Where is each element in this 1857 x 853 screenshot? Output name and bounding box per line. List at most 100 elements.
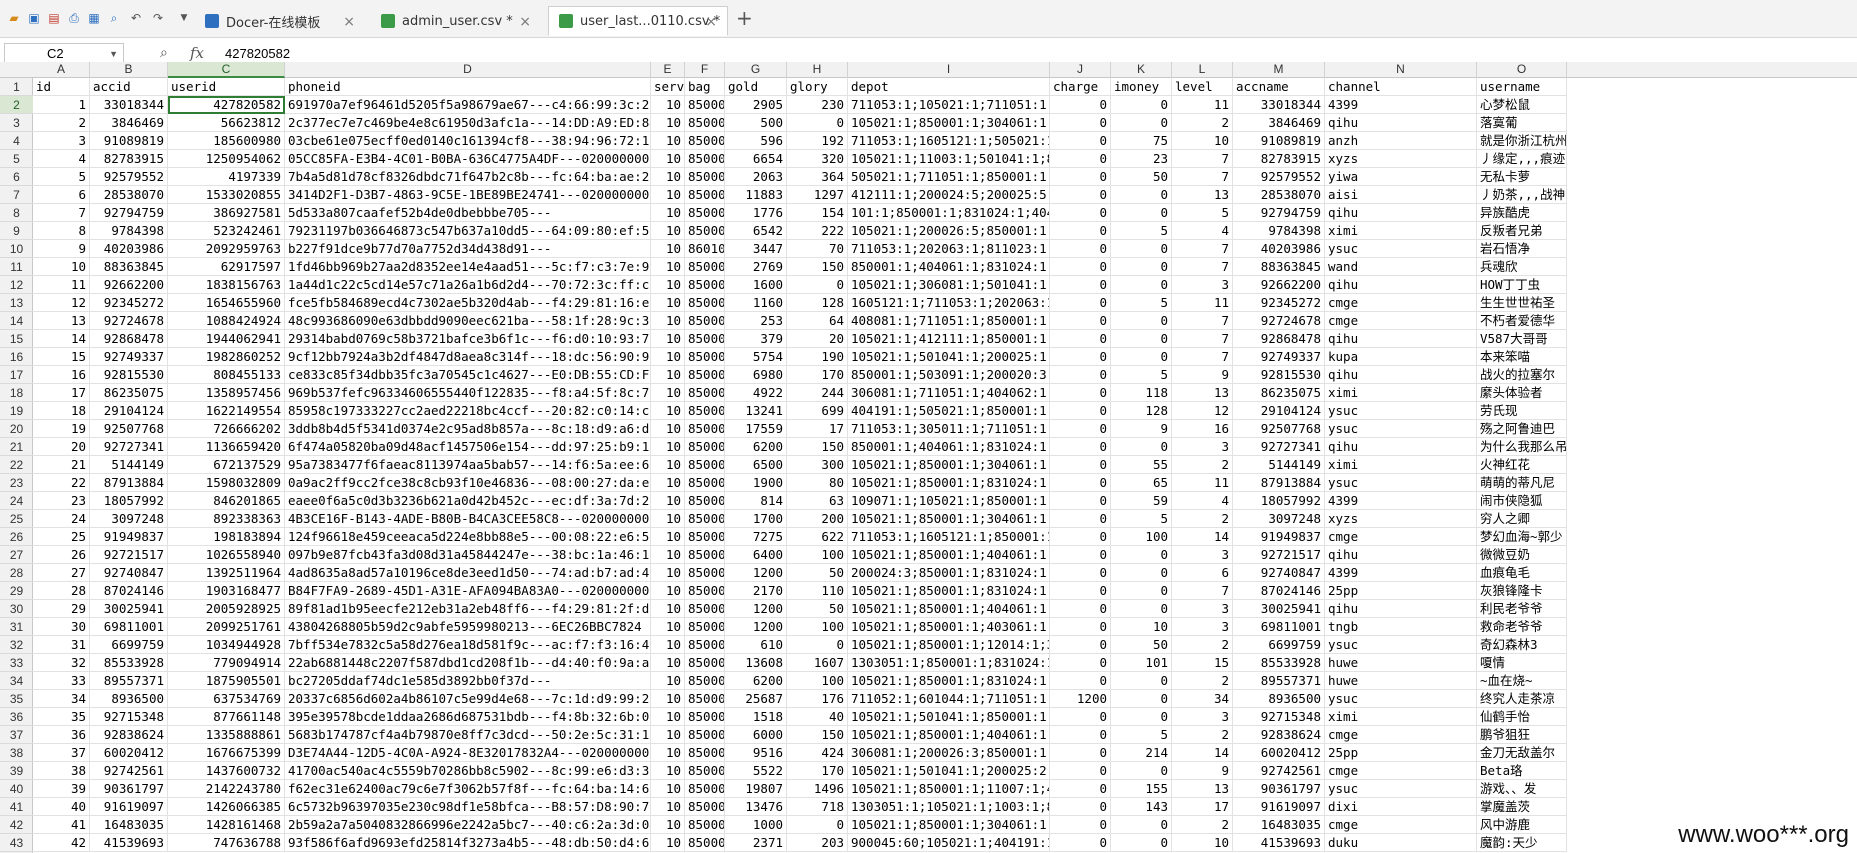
cell-D10[interactable]: b227f91dce9b77d70a7752d34d438d91---: [285, 240, 651, 258]
cell-B28[interactable]: 92740847: [90, 564, 168, 582]
cell-O21[interactable]: 为什么我那么吊: [1477, 438, 1567, 456]
cell-I11[interactable]: 850001:1;404061:1;831024:1;200: [848, 258, 1050, 276]
cell-N27[interactable]: qihu: [1325, 546, 1477, 564]
row-header[interactable]: 41: [0, 798, 33, 816]
cell-A9[interactable]: 8: [33, 222, 90, 240]
cell-J38[interactable]: 0: [1050, 744, 1111, 762]
cell-N37[interactable]: cmge: [1325, 726, 1477, 744]
cell-A4[interactable]: 3: [33, 132, 90, 150]
cell-G21[interactable]: 6200: [725, 438, 787, 456]
column-header-J[interactable]: J: [1050, 62, 1111, 78]
cell-J30[interactable]: 0: [1050, 600, 1111, 618]
cell-G13[interactable]: 1160: [725, 294, 787, 312]
cell-H34[interactable]: 100: [787, 672, 848, 690]
row-header[interactable]: 14: [0, 312, 33, 330]
cell-N8[interactable]: qihu: [1325, 204, 1477, 222]
cell-B12[interactable]: 92662200: [90, 276, 168, 294]
cell-M11[interactable]: 88363845: [1233, 258, 1325, 276]
row-header[interactable]: 12: [0, 276, 33, 294]
cell-D43[interactable]: 93f586f6afd9693efd25814f3273a4b5---48:db…: [285, 834, 651, 852]
cell-G43[interactable]: 2371: [725, 834, 787, 852]
cell-L30[interactable]: 3: [1172, 600, 1233, 618]
cell-I1[interactable]: depot: [848, 78, 1050, 96]
cell-J18[interactable]: 0: [1050, 384, 1111, 402]
cell-F16[interactable]: 850001: [685, 348, 725, 366]
cell-B40[interactable]: 90361797: [90, 780, 168, 798]
cell-J19[interactable]: 0: [1050, 402, 1111, 420]
cell-H36[interactable]: 40: [787, 708, 848, 726]
cell-O2[interactable]: 心梦松鼠: [1477, 96, 1567, 114]
cell-H10[interactable]: 70: [787, 240, 848, 258]
cell-N4[interactable]: anzh: [1325, 132, 1477, 150]
cell-F27[interactable]: 850001: [685, 546, 725, 564]
cell-E15[interactable]: 10: [651, 330, 685, 348]
cell-I41[interactable]: 1303051:1;105021:1;1003:1;850: [848, 798, 1050, 816]
cell-D37[interactable]: 5683b174787cf4a4b79870e8ff7c3dcd---50:2e…: [285, 726, 651, 744]
cell-D42[interactable]: 2b59a2a7a5040832866996e2242a5bc7---40:c6…: [285, 816, 651, 834]
cell-A21[interactable]: 20: [33, 438, 90, 456]
cell-I35[interactable]: 711052:1;601044:1;711051:1;850: [848, 690, 1050, 708]
cell-G33[interactable]: 13608: [725, 654, 787, 672]
cell-D25[interactable]: 4B3CE16F-B143-4ADE-B80B-B4CA3CEE58C8---0…: [285, 510, 651, 528]
cell-E26[interactable]: 10: [651, 528, 685, 546]
cell-J12[interactable]: 0: [1050, 276, 1111, 294]
cell-H33[interactable]: 1607: [787, 654, 848, 672]
column-header-I[interactable]: I: [848, 62, 1050, 78]
cell-L36[interactable]: 3: [1172, 708, 1233, 726]
cell-D21[interactable]: 6f474a05820ba09d48acf1457506e154---dd:97…: [285, 438, 651, 456]
cell-M40[interactable]: 90361797: [1233, 780, 1325, 798]
cell-I39[interactable]: 105021:1;501041:1;200025:2;711: [848, 762, 1050, 780]
cell-D13[interactable]: fce5fb584689ecd4c7302ae5b320d4ab---f4:29…: [285, 294, 651, 312]
cell-O27[interactable]: 微微豆奶: [1477, 546, 1567, 564]
cell-A16[interactable]: 15: [33, 348, 90, 366]
cell-E29[interactable]: 10: [651, 582, 685, 600]
cell-G34[interactable]: 6200: [725, 672, 787, 690]
row-header[interactable]: 15: [0, 330, 33, 348]
cell-L8[interactable]: 5: [1172, 204, 1233, 222]
cell-H8[interactable]: 154: [787, 204, 848, 222]
cell-A15[interactable]: 14: [33, 330, 90, 348]
cell-A11[interactable]: 10: [33, 258, 90, 276]
cell-G42[interactable]: 1000: [725, 816, 787, 834]
cell-F36[interactable]: 850001: [685, 708, 725, 726]
cell-E25[interactable]: 10: [651, 510, 685, 528]
cell-G15[interactable]: 379: [725, 330, 787, 348]
cell-N14[interactable]: cmge: [1325, 312, 1477, 330]
cell-H9[interactable]: 222: [787, 222, 848, 240]
cell-N16[interactable]: kupa: [1325, 348, 1477, 366]
cell-A28[interactable]: 27: [33, 564, 90, 582]
cell-E22[interactable]: 10: [651, 456, 685, 474]
cell-A38[interactable]: 37: [33, 744, 90, 762]
cell-G2[interactable]: 2905: [725, 96, 787, 114]
column-header-G[interactable]: G: [725, 62, 787, 78]
cell-B29[interactable]: 87024146: [90, 582, 168, 600]
cell-L5[interactable]: 7: [1172, 150, 1233, 168]
column-header-B[interactable]: B: [90, 62, 168, 78]
cell-K37[interactable]: 5: [1111, 726, 1172, 744]
tab-user-last[interactable]: user_last...0110.csv * ×: [548, 6, 728, 36]
cell-K10[interactable]: 0: [1111, 240, 1172, 258]
cell-M17[interactable]: 92815530: [1233, 366, 1325, 384]
cell-H3[interactable]: 0: [787, 114, 848, 132]
cell-B30[interactable]: 30025941: [90, 600, 168, 618]
cell-I27[interactable]: 105021:1;850001:1;404061:1;200: [848, 546, 1050, 564]
cell-K23[interactable]: 65: [1111, 474, 1172, 492]
cell-N9[interactable]: ximi: [1325, 222, 1477, 240]
cell-M33[interactable]: 85533928: [1233, 654, 1325, 672]
cell-G6[interactable]: 2063: [725, 168, 787, 186]
cell-A1[interactable]: id: [33, 78, 90, 96]
cell-H31[interactable]: 100: [787, 618, 848, 636]
cell-L26[interactable]: 14: [1172, 528, 1233, 546]
cell-E4[interactable]: 10: [651, 132, 685, 150]
cell-F4[interactable]: 850001: [685, 132, 725, 150]
cell-L20[interactable]: 16: [1172, 420, 1233, 438]
cell-D15[interactable]: 29314babd0769c58b3721bafce3b6f1c---f6:d0…: [285, 330, 651, 348]
row-header[interactable]: 31: [0, 618, 33, 636]
cell-E43[interactable]: 10: [651, 834, 685, 852]
cell-L31[interactable]: 3: [1172, 618, 1233, 636]
find-icon[interactable]: ⌕: [106, 10, 122, 26]
cell-I16[interactable]: 105021:1;501041:1;200025:1;850: [848, 348, 1050, 366]
row-header[interactable]: 9: [0, 222, 33, 240]
cell-H13[interactable]: 128: [787, 294, 848, 312]
cell-C38[interactable]: 1676675399: [168, 744, 285, 762]
